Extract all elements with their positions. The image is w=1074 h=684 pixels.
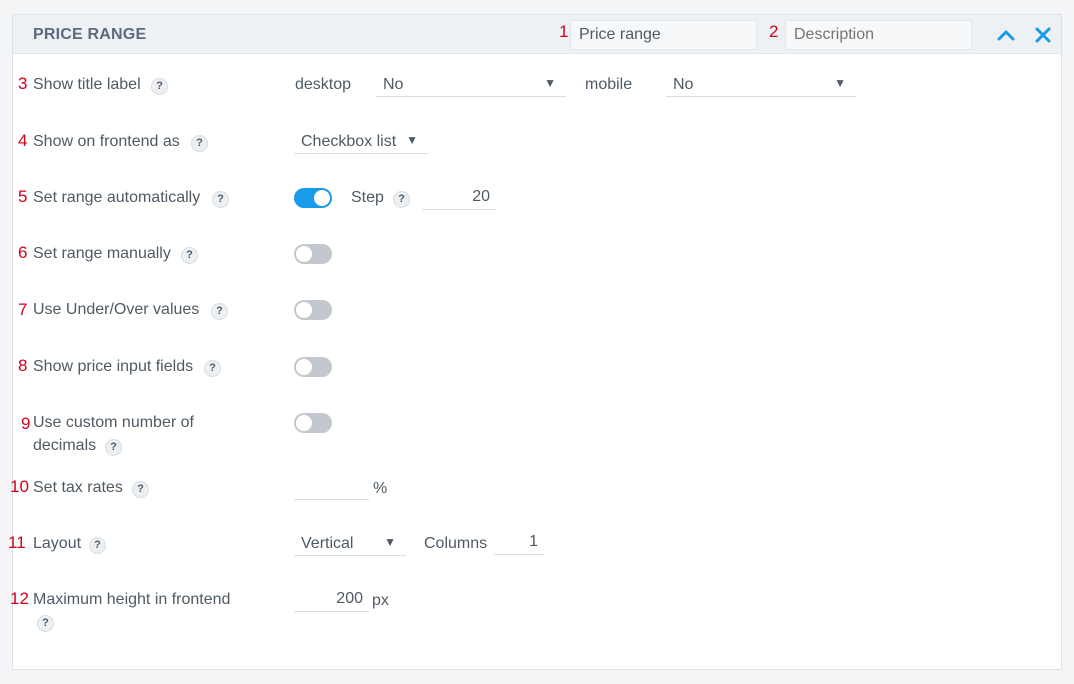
frontend-type-value: Checkbox list xyxy=(301,133,397,150)
max-height-label: Maximum height in frontend xyxy=(33,591,231,608)
marker-9: 9 xyxy=(21,414,31,433)
marker-7: 7 xyxy=(18,300,28,319)
set-range-auto-label: Set range automatically xyxy=(33,189,201,206)
max-height-input[interactable]: 200 xyxy=(294,588,369,612)
toggle-knob xyxy=(296,359,312,375)
price-range-panel: PRICE RANGE 1 2 3 Show title label ? des… xyxy=(8,14,1062,670)
marker-2: 2 xyxy=(769,22,779,41)
caret-down-icon: ▼ xyxy=(384,535,396,549)
set-range-manual-label: Set range manually xyxy=(33,245,171,262)
help-icon[interactable]: ? xyxy=(89,537,106,554)
panel-header: PRICE RANGE 1 2 xyxy=(13,15,1061,54)
marker-11: 11 xyxy=(8,533,26,552)
caret-down-icon: ▼ xyxy=(834,76,846,90)
set-range-manual-toggle[interactable] xyxy=(294,244,332,264)
help-icon[interactable]: ? xyxy=(204,360,221,377)
toggle-knob xyxy=(296,415,312,431)
marker-8: 8 xyxy=(18,356,28,375)
marker-4: 4 xyxy=(18,131,28,150)
tax-rates-label: Set tax rates xyxy=(33,479,123,496)
marker-1: 1 xyxy=(559,22,569,41)
caret-down-icon: ▼ xyxy=(544,76,556,90)
panel-title: PRICE RANGE xyxy=(33,26,147,43)
marker-12: 12 xyxy=(10,589,29,608)
help-icon[interactable]: ? xyxy=(212,191,229,208)
help-icon[interactable]: ? xyxy=(393,191,410,208)
caret-down-icon: ▼ xyxy=(406,133,418,147)
layout-select-value: Vertical xyxy=(301,535,354,552)
desktop-select[interactable]: No ▼ xyxy=(376,73,566,97)
layout-select[interactable]: Vertical ▼ xyxy=(294,532,406,556)
columns-label: Columns xyxy=(424,535,488,552)
under-over-label: Use Under/Over values xyxy=(33,301,200,318)
show-on-frontend-label: Show on frontend as xyxy=(33,133,180,150)
toggle-knob xyxy=(296,302,312,318)
chevron-up-icon[interactable] xyxy=(995,24,1017,46)
help-icon[interactable]: ? xyxy=(211,303,228,320)
help-icon[interactable]: ? xyxy=(105,439,122,456)
marker-5: 5 xyxy=(18,187,28,206)
toggle-knob xyxy=(314,190,330,206)
help-icon[interactable]: ? xyxy=(151,78,168,95)
under-over-toggle[interactable] xyxy=(294,300,332,320)
marker-10: 10 xyxy=(10,477,29,496)
price-inputs-toggle[interactable] xyxy=(294,357,332,377)
name-input[interactable] xyxy=(570,20,757,50)
custom-decimals-label-line2: decimals xyxy=(33,437,97,454)
layout-label: Layout xyxy=(33,535,82,552)
help-icon[interactable]: ? xyxy=(191,135,208,152)
step-label: Step xyxy=(351,189,384,206)
max-height-unit: px xyxy=(372,592,389,609)
close-icon[interactable] xyxy=(1032,24,1054,46)
custom-decimals-label-line1: Use custom number of xyxy=(33,414,194,431)
tax-rate-unit: % xyxy=(373,480,388,497)
help-icon[interactable]: ? xyxy=(132,481,149,498)
marker-3: 3 xyxy=(18,74,28,93)
mobile-select-value: No xyxy=(673,76,694,93)
set-range-auto-toggle[interactable] xyxy=(294,188,332,208)
description-input[interactable] xyxy=(785,20,972,50)
custom-decimals-toggle[interactable] xyxy=(294,413,332,433)
mobile-label: mobile xyxy=(585,76,633,93)
help-icon[interactable]: ? xyxy=(37,615,54,632)
step-input[interactable]: 20 xyxy=(422,186,496,210)
mobile-select[interactable]: No ▼ xyxy=(666,73,856,97)
desktop-select-value: No xyxy=(383,76,404,93)
marker-6: 6 xyxy=(18,243,28,262)
show-title-label-label: Show title label xyxy=(33,76,141,93)
help-icon[interactable]: ? xyxy=(181,247,198,264)
toggle-knob xyxy=(296,246,312,262)
frontend-type-select[interactable]: Checkbox list ▼ xyxy=(294,130,428,154)
columns-input[interactable]: 1 xyxy=(494,531,544,555)
price-inputs-label: Show price input fields xyxy=(33,358,194,375)
tax-rate-input[interactable] xyxy=(294,476,369,500)
desktop-label: desktop xyxy=(295,76,352,93)
